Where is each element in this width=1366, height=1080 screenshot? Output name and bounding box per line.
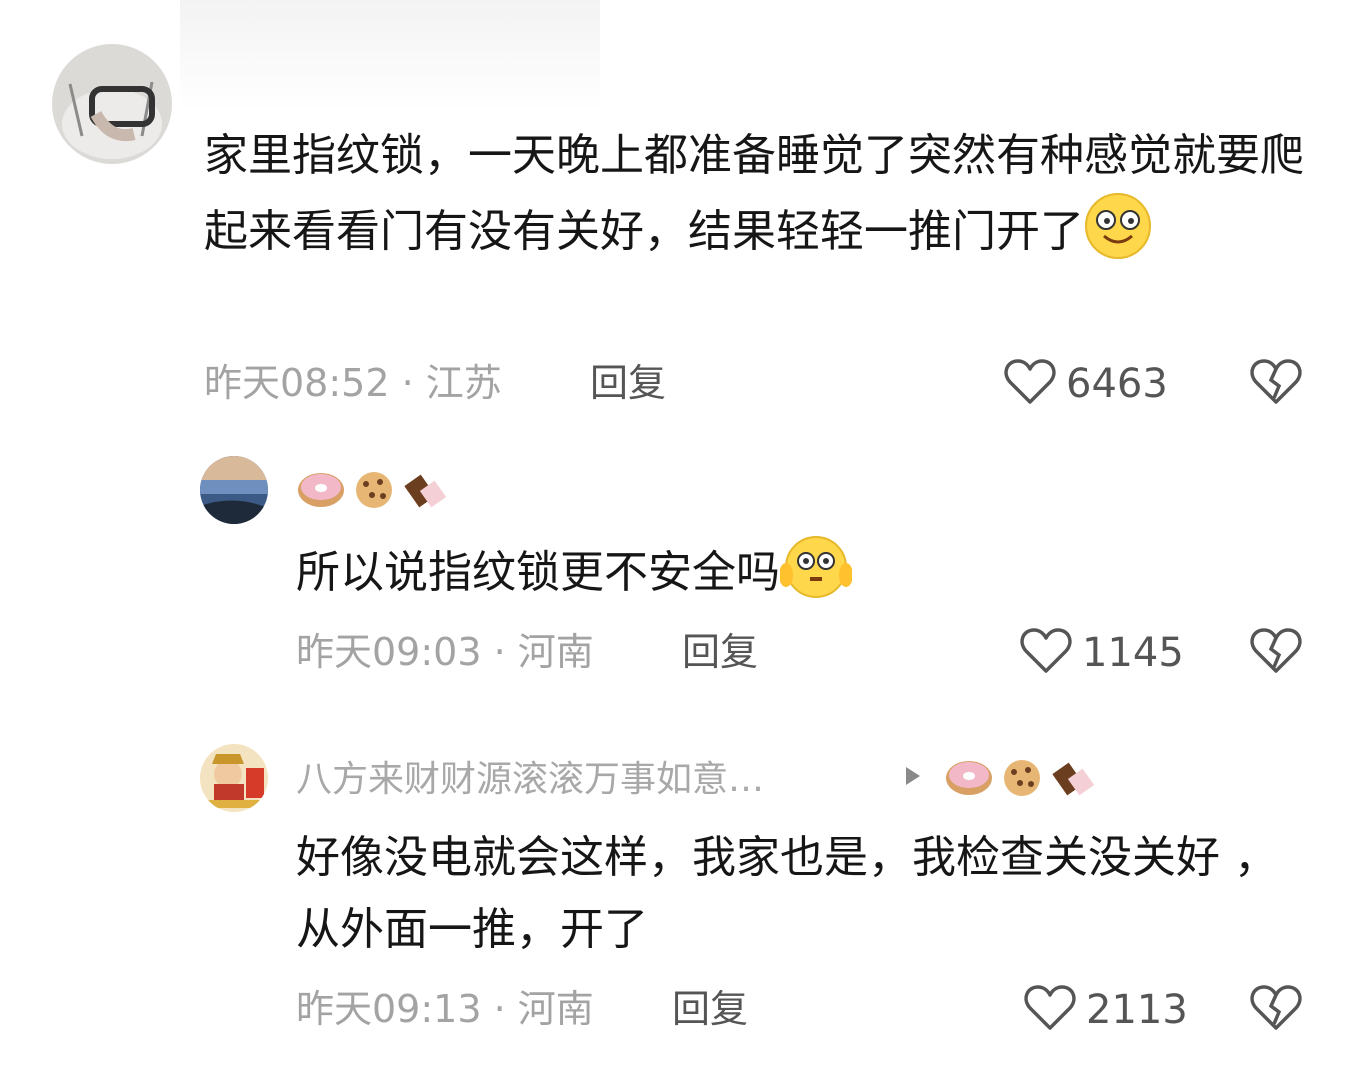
- comment-time: 昨天08:52: [204, 361, 390, 405]
- reply-button[interactable]: 回复: [590, 359, 666, 407]
- avatar[interactable]: [52, 44, 172, 164]
- comment-meta: 昨天09:13 · 河南: [296, 985, 594, 1033]
- separator: ·: [401, 361, 414, 405]
- user-badges: [944, 758, 1102, 802]
- dislike-button[interactable]: [1250, 627, 1302, 679]
- dislike-button[interactable]: [1250, 984, 1302, 1036]
- dislike-button[interactable]: [1250, 358, 1302, 410]
- cookie-icon: [998, 758, 1046, 802]
- comment-time: 昨天09:13: [296, 987, 482, 1031]
- chocolate-icon: [1050, 758, 1102, 802]
- cookie-icon: [350, 470, 398, 514]
- comment-text: 好像没电就会这样，我家也是，我检查关没关好 ，从外面一推，开了: [296, 832, 1278, 955]
- avatar[interactable]: [200, 744, 268, 812]
- heart-icon: [1020, 627, 1072, 679]
- like-button[interactable]: 2113: [1024, 984, 1188, 1036]
- reply-button[interactable]: 回复: [682, 628, 758, 676]
- comment-meta: 昨天09:03 · 河南: [296, 628, 594, 676]
- comment-meta: 昨天08:52 · 江苏: [204, 359, 502, 407]
- donut-icon: [944, 758, 994, 802]
- comment-location: 江苏: [425, 361, 502, 405]
- separator: ·: [493, 987, 506, 1031]
- shocked-emoji: [779, 533, 853, 623]
- reply-button[interactable]: 回复: [672, 985, 748, 1033]
- smile-emoji: [1084, 192, 1152, 282]
- like-count: 2113: [1086, 987, 1188, 1033]
- avatar[interactable]: [200, 456, 268, 524]
- heart-icon: [1024, 984, 1076, 1036]
- comment-text: 所以说指纹锁更不安全吗: [296, 533, 1316, 623]
- broken-heart-icon: [1250, 985, 1302, 1036]
- reply-arrow-icon: [902, 765, 922, 791]
- like-button[interactable]: 6463: [1004, 358, 1168, 410]
- broken-heart-icon: [1250, 628, 1302, 679]
- like-button[interactable]: 1145: [1020, 627, 1184, 679]
- comment-location: 河南: [517, 987, 594, 1031]
- broken-heart-icon: [1250, 359, 1302, 410]
- like-count: 6463: [1066, 361, 1168, 407]
- blurred-nickname: [180, 0, 600, 110]
- donut-icon: [296, 470, 346, 514]
- comment-time: 昨天09:03: [296, 630, 482, 674]
- comment-text: 家里指纹锁，一天晚上都准备睡觉了突然有种感觉就要爬起来看看门有没有关好，结果轻轻…: [204, 120, 1314, 282]
- nickname[interactable]: 八方来财财源滚滚万事如意…: [296, 756, 764, 804]
- heart-icon: [1004, 358, 1056, 410]
- like-count: 1145: [1082, 630, 1184, 676]
- user-badges: [296, 470, 454, 514]
- chocolate-icon: [402, 470, 454, 514]
- comment-location: 河南: [517, 630, 594, 674]
- separator: ·: [493, 630, 506, 674]
